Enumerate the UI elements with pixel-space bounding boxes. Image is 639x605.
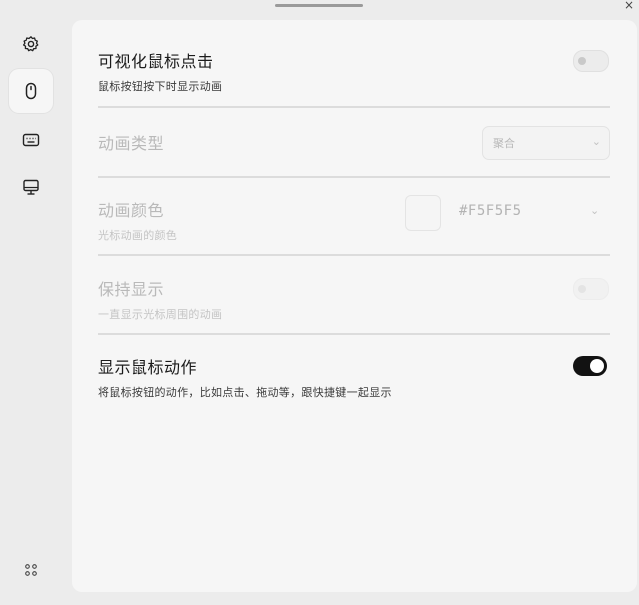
- visualize-click-desc: 鼠标按钮按下时显示动画: [98, 80, 223, 93]
- drag-handle[interactable]: [275, 4, 363, 7]
- visualize-click-row: 可视化鼠标点击 鼠标按钮按下时显示动画: [98, 48, 610, 94]
- divider: [98, 254, 610, 256]
- gear-icon: [22, 36, 39, 52]
- chevron-down-icon[interactable]: ⌄: [590, 204, 599, 217]
- show-mouse-action-desc: 将鼠标按钮的动作，比如点击、拖动等，跟快捷键一起显示: [98, 386, 392, 399]
- show-mouse-action-title: 显示鼠标动作: [98, 358, 198, 377]
- toggle-knob: [578, 57, 586, 65]
- animation-type-select[interactable]: 聚合 ⌄: [482, 126, 610, 160]
- keep-showing-row: 保持显示 一直显示光标周围的动画: [98, 276, 610, 322]
- mouse-icon: [25, 82, 37, 100]
- animation-color-desc: 光标动画的颜色: [98, 229, 178, 242]
- monitor-icon: [23, 179, 39, 195]
- toggle-knob: [590, 359, 604, 373]
- toggle-knob: [578, 285, 586, 293]
- color-hex-value[interactable]: #F5F5F5: [459, 203, 522, 219]
- keyboard-icon: [22, 133, 40, 147]
- animation-color-row: 动画颜色 光标动画的颜色: [98, 197, 610, 243]
- show-mouse-action-row: 显示鼠标动作 将鼠标按钮的动作，比如点击、拖动等，跟快捷键一起显示: [98, 354, 610, 400]
- animation-type-value: 聚合: [493, 137, 515, 150]
- keep-showing-desc: 一直显示光标周围的动画: [98, 308, 223, 321]
- divider: [98, 176, 610, 178]
- settings-panel: 可视化鼠标点击 鼠标按钮按下时显示动画 动画类型 聚合 ⌄ 动画颜色 光标动画的…: [72, 20, 637, 592]
- sidebar: [0, 20, 64, 605]
- keep-showing-title: 保持显示: [98, 280, 165, 299]
- keep-showing-toggle[interactable]: [573, 278, 609, 300]
- color-swatch[interactable]: [405, 195, 441, 231]
- sidebar-item-display[interactable]: [9, 165, 53, 209]
- divider: [98, 106, 610, 108]
- show-mouse-action-toggle[interactable]: [573, 356, 607, 376]
- chevron-down-icon: ⌄: [591, 135, 601, 148]
- sidebar-item-settings[interactable]: [9, 22, 53, 66]
- sidebar-item-keyboard[interactable]: [9, 118, 53, 162]
- apps-grid-button[interactable]: [9, 548, 53, 592]
- close-button[interactable]: ×: [622, 0, 636, 12]
- visualize-click-title: 可视化鼠标点击: [98, 52, 214, 71]
- visualize-click-toggle[interactable]: [573, 50, 609, 72]
- divider: [98, 333, 610, 335]
- grid-dots-icon: [25, 564, 37, 576]
- sidebar-item-mouse[interactable]: [9, 69, 53, 113]
- animation-color-title: 动画颜色: [98, 201, 165, 220]
